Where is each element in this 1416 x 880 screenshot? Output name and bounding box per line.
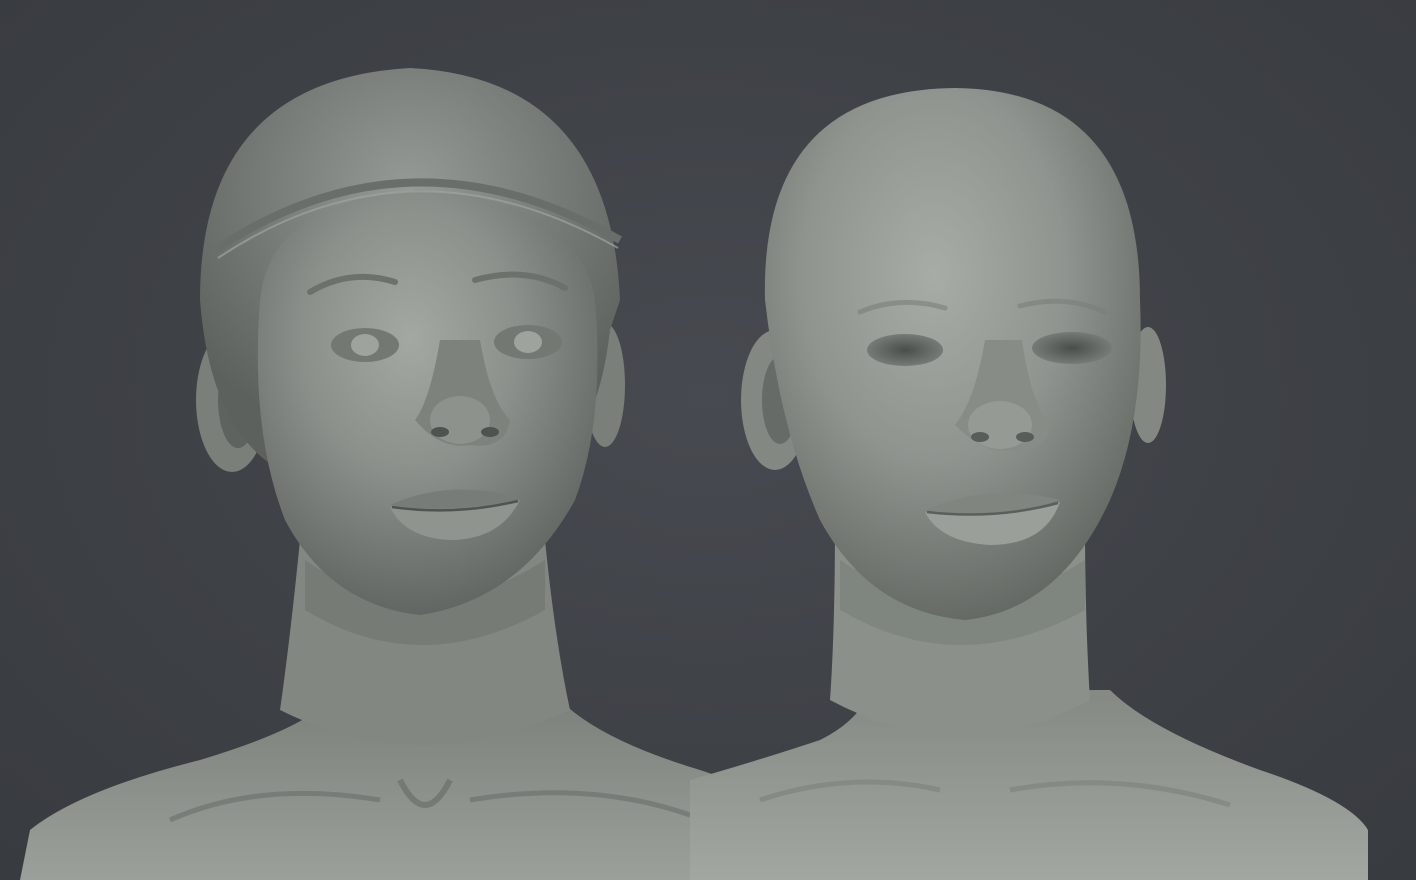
retopo-bust: [690, 88, 1368, 880]
scan-bust: [20, 68, 822, 880]
viewport-canvas[interactable]: [0, 0, 1416, 880]
render-scene: [20, 68, 1368, 880]
